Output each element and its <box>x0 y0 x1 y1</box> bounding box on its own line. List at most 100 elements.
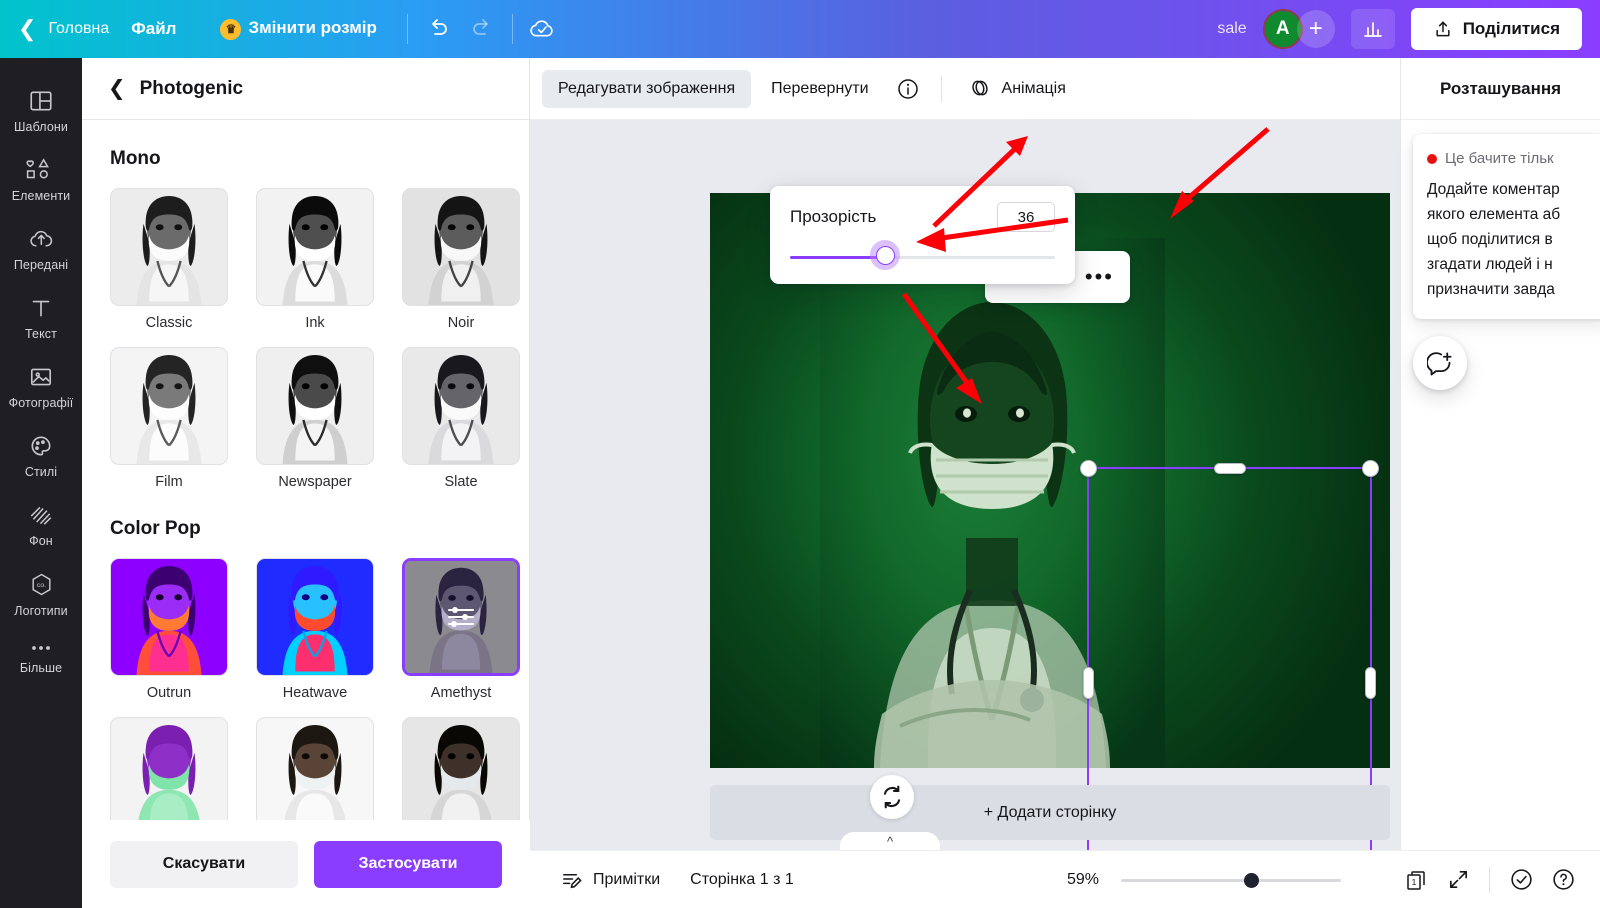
divider <box>1489 866 1490 893</box>
transparency-value-input[interactable]: 36 <box>997 202 1055 232</box>
file-menu[interactable]: Файл <box>109 19 198 39</box>
filter-thumbnail[interactable] <box>402 188 520 306</box>
sidebar-item-label: Фон <box>29 534 53 548</box>
pages-button[interactable]: 1 <box>1395 860 1437 900</box>
help-circle-icon <box>1552 869 1574 890</box>
more-dots-icon <box>32 646 50 650</box>
filter-item[interactable]: Amethyst <box>402 558 520 701</box>
resize-handle-top-right[interactable] <box>1362 460 1379 477</box>
filter-item[interactable]: Noir <box>402 188 520 331</box>
filter-item[interactable] <box>110 717 228 820</box>
sidebar-item-more[interactable]: Більше <box>0 631 82 684</box>
filter-grid-mono: Classic Ink Noir Film Newspaper Slate <box>110 188 520 490</box>
filter-item[interactable] <box>256 717 374 820</box>
filter-item[interactable]: Heatwave <box>256 558 374 701</box>
logos-icon: co. <box>31 573 51 596</box>
help-button[interactable] <box>1542 860 1584 900</box>
page-indicator: Сторінка 1 з 1 <box>690 870 794 888</box>
sidebar-item-logos[interactable]: co. Логотипи <box>0 561 82 627</box>
chevron-left-icon[interactable]: ❮ <box>108 76 126 101</box>
zoom-slider[interactable] <box>1121 870 1341 890</box>
check-circle-icon <box>1510 869 1532 890</box>
upload-icon <box>1436 21 1450 37</box>
private-note: Це бачите тільк <box>1427 150 1599 167</box>
zoom-level: 59% <box>1066 870 1099 888</box>
sidebar-item-text[interactable]: Текст <box>0 285 82 350</box>
insights-button[interactable] <box>1350 9 1395 49</box>
apply-button[interactable]: Застосувати <box>314 840 502 888</box>
section-title-mono: Mono <box>110 148 161 169</box>
position-panel-title: Розташування <box>1401 58 1600 120</box>
filter-label: Outrun <box>146 685 192 701</box>
redo-button[interactable] <box>460 9 504 49</box>
uploads-cloud-icon <box>29 230 52 247</box>
filter-grid-colorpop: Outrun Heatwave Amethyst <box>110 558 520 820</box>
sidebar-item-styles[interactable]: Стилі <box>0 423 82 488</box>
add-collaborator-button[interactable]: + <box>1296 10 1335 48</box>
resize-handle-right[interactable] <box>1365 667 1376 699</box>
sidebar-item-elements[interactable]: Елементи <box>0 147 82 212</box>
filter-thumbnail-selected[interactable] <box>402 558 520 676</box>
svg-text:co.: co. <box>36 582 45 589</box>
selected-image[interactable] <box>820 238 1165 768</box>
portrait-thumb-noir <box>403 189 519 305</box>
info-icon <box>897 78 918 99</box>
undo-button[interactable] <box>416 9 460 49</box>
resize-handle-top[interactable] <box>1213 463 1246 474</box>
cloud-save-button[interactable] <box>521 9 565 49</box>
add-page-button[interactable]: + Додати сторінку <box>710 785 1390 840</box>
filters-panel: ❮ Photogenic Mono Classic Ink Noir Film … <box>82 58 530 908</box>
sidebar-item-label: Більше <box>19 661 63 675</box>
transparency-slider[interactable] <box>790 240 1055 270</box>
portrait-thumb-outrun <box>111 559 227 675</box>
filter-item[interactable]: Classic <box>110 188 228 331</box>
animate-button[interactable]: Анімація <box>956 70 1078 108</box>
saved-status-button[interactable] <box>1500 860 1542 900</box>
share-button[interactable]: Поділитися <box>1410 8 1582 50</box>
panel-header: ❮ Photogenic <box>82 58 529 120</box>
sidebar-item-uploads[interactable]: Передані <box>0 216 82 281</box>
filter-thumbnail[interactable] <box>256 188 374 306</box>
filter-thumbnail[interactable] <box>110 347 228 465</box>
sidebar-item-label: Шаблони <box>14 120 68 134</box>
portrait-thumb-partial-1 <box>111 718 227 820</box>
sidebar-item-photos[interactable]: Фотографії <box>0 354 82 419</box>
add-comment-button[interactable] <box>1413 336 1467 390</box>
notes-button[interactable]: Примітки <box>546 860 674 900</box>
filter-thumbnail[interactable] <box>110 717 228 820</box>
cancel-button[interactable]: Скасувати <box>110 840 298 888</box>
filter-item[interactable]: Newspaper <box>256 347 374 490</box>
panel-footer: Скасувати Застосувати <box>82 820 530 908</box>
filter-thumbnail[interactable] <box>110 558 228 676</box>
portrait-thumb-slate <box>403 348 519 464</box>
sidebar-item-background[interactable]: Фон <box>0 492 82 557</box>
resize-button[interactable]: ♛ Змінити розмір <box>198 18 398 40</box>
slider-knob[interactable] <box>870 240 901 270</box>
slider-knob[interactable] <box>1243 872 1259 888</box>
home-button[interactable]: ❮ Головна <box>0 18 109 40</box>
divider <box>511 14 513 44</box>
filter-thumbnail[interactable] <box>110 188 228 306</box>
filter-thumbnail[interactable] <box>256 717 374 820</box>
filter-item[interactable]: Ink <box>256 188 374 331</box>
photos-icon <box>30 368 52 386</box>
filter-thumbnail[interactable] <box>256 558 374 676</box>
flip-button[interactable]: Перевернути <box>755 70 884 108</box>
portrait-thumb-film <box>111 348 227 464</box>
filter-item[interactable] <box>402 717 520 820</box>
filter-thumbnail[interactable] <box>256 347 374 465</box>
collapse-pages-tab[interactable]: ^ <box>840 832 940 850</box>
filter-item[interactable]: Slate <box>402 347 520 490</box>
sidebar-item-templates[interactable]: Шаблони <box>0 78 82 143</box>
sidebar-item-label: Стилі <box>24 465 58 479</box>
filter-thumbnail[interactable] <box>402 347 520 465</box>
fullscreen-button[interactable] <box>1437 860 1479 900</box>
filter-thumbnail[interactable] <box>402 717 520 820</box>
info-button[interactable] <box>889 70 927 108</box>
filter-item[interactable]: Film <box>110 347 228 490</box>
pages-count: 1 <box>1412 877 1417 887</box>
edit-image-button[interactable]: Редагувати зображення <box>542 69 752 108</box>
top-bar: ❮ Головна Файл ♛ Змінити розмір sale A +… <box>0 0 1600 58</box>
filter-item[interactable]: Outrun <box>110 558 228 701</box>
animate-icon <box>971 80 988 96</box>
